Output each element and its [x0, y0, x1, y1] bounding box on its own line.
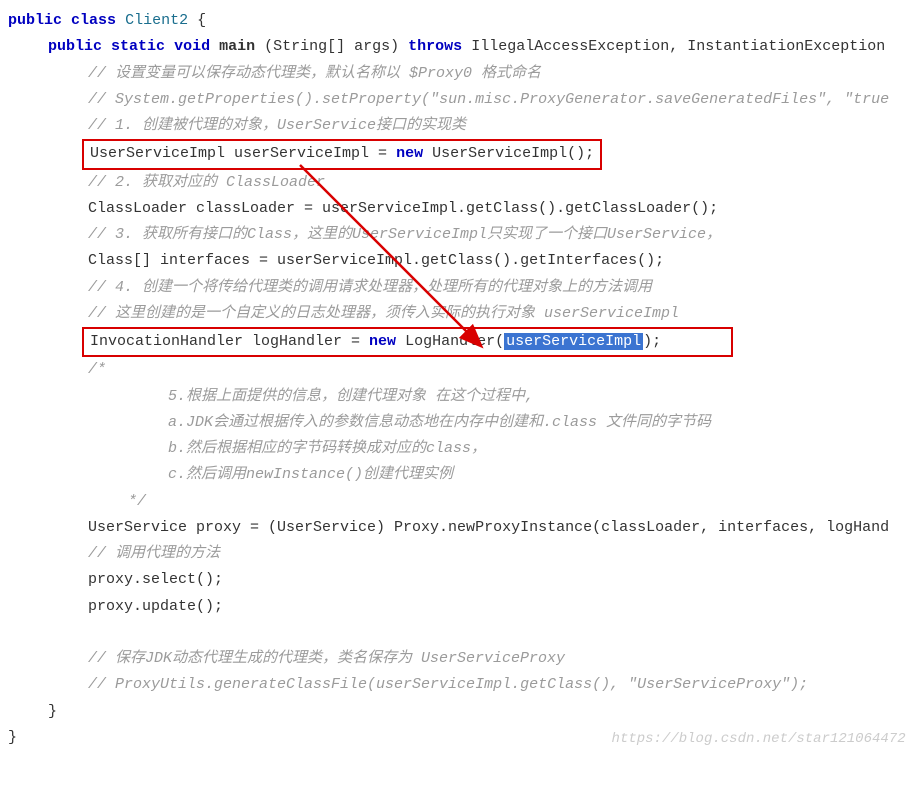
class-name: Client2: [125, 12, 188, 29]
comment: // 调用代理的方法: [8, 541, 906, 567]
comment: // 这里创建的是一个自定义的日志处理器，须传入实际的执行对象 userServ…: [8, 301, 906, 327]
brace: }: [8, 729, 17, 746]
code-line: Class[] interfaces = userServiceImpl.get…: [8, 248, 906, 274]
keyword-public: public: [8, 12, 62, 29]
code-line: UserServiceImpl userServiceImpl = new Us…: [8, 139, 906, 169]
brace: }: [8, 699, 906, 725]
comment: // 3. 获取所有接口的Class，这里的UserServiceImpl只实现…: [8, 222, 906, 248]
comment: // System.getProperties().setProperty("s…: [8, 87, 906, 113]
comment: // ProxyUtils.generateClassFile(userServ…: [8, 672, 906, 698]
comment: /*: [8, 357, 906, 383]
comment: // 保存JDK动态代理生成的代理类，类名保存为 UserServiceProx…: [8, 646, 906, 672]
selected-text: userServiceImpl: [504, 333, 643, 350]
comment: a.JDK会通过根据传入的参数信息动态地在内存中创建和.class 文件同的字节…: [8, 410, 906, 436]
code-line: proxy.select();: [8, 567, 906, 593]
brace: {: [197, 12, 206, 29]
code-line: public class Client2 {: [8, 12, 206, 29]
highlight-box-1: UserServiceImpl userServiceImpl = new Us…: [82, 139, 602, 169]
code-line: UserService proxy = (UserService) Proxy.…: [8, 515, 906, 541]
code-line: ClassLoader classLoader = userServiceImp…: [8, 196, 906, 222]
watermark: https://blog.csdn.net/star1210644725: [612, 727, 906, 752]
comment: */: [8, 489, 906, 515]
comment: // 2. 获取对应的 ClassLoader: [8, 170, 906, 196]
highlight-box-2: InvocationHandler logHandler = new LogHa…: [82, 327, 733, 357]
comment: // 设置变量可以保存动态代理类，默认名称以 $Proxy0 格式命名: [8, 61, 906, 87]
comment: b.然后根据相应的字节码转换成对应的class，: [8, 436, 906, 462]
comment: // 1. 创建被代理的对象，UserService接口的实现类: [8, 113, 906, 139]
comment: 5.根据上面提供的信息，创建代理对象 在这个过程中,: [8, 384, 906, 410]
code-line: proxy.update();: [8, 594, 906, 620]
comment: c.然后调用newInstance()创建代理实例: [8, 462, 906, 488]
comment: // 4. 创建一个将传给代理类的调用请求处理器，处理所有的代理对象上的方法调用: [8, 275, 906, 301]
keyword-class: class: [71, 12, 116, 29]
code-line: public static void main (String[] args) …: [8, 34, 906, 60]
blank-line: [8, 620, 906, 646]
code-line: InvocationHandler logHandler = new LogHa…: [8, 327, 906, 357]
